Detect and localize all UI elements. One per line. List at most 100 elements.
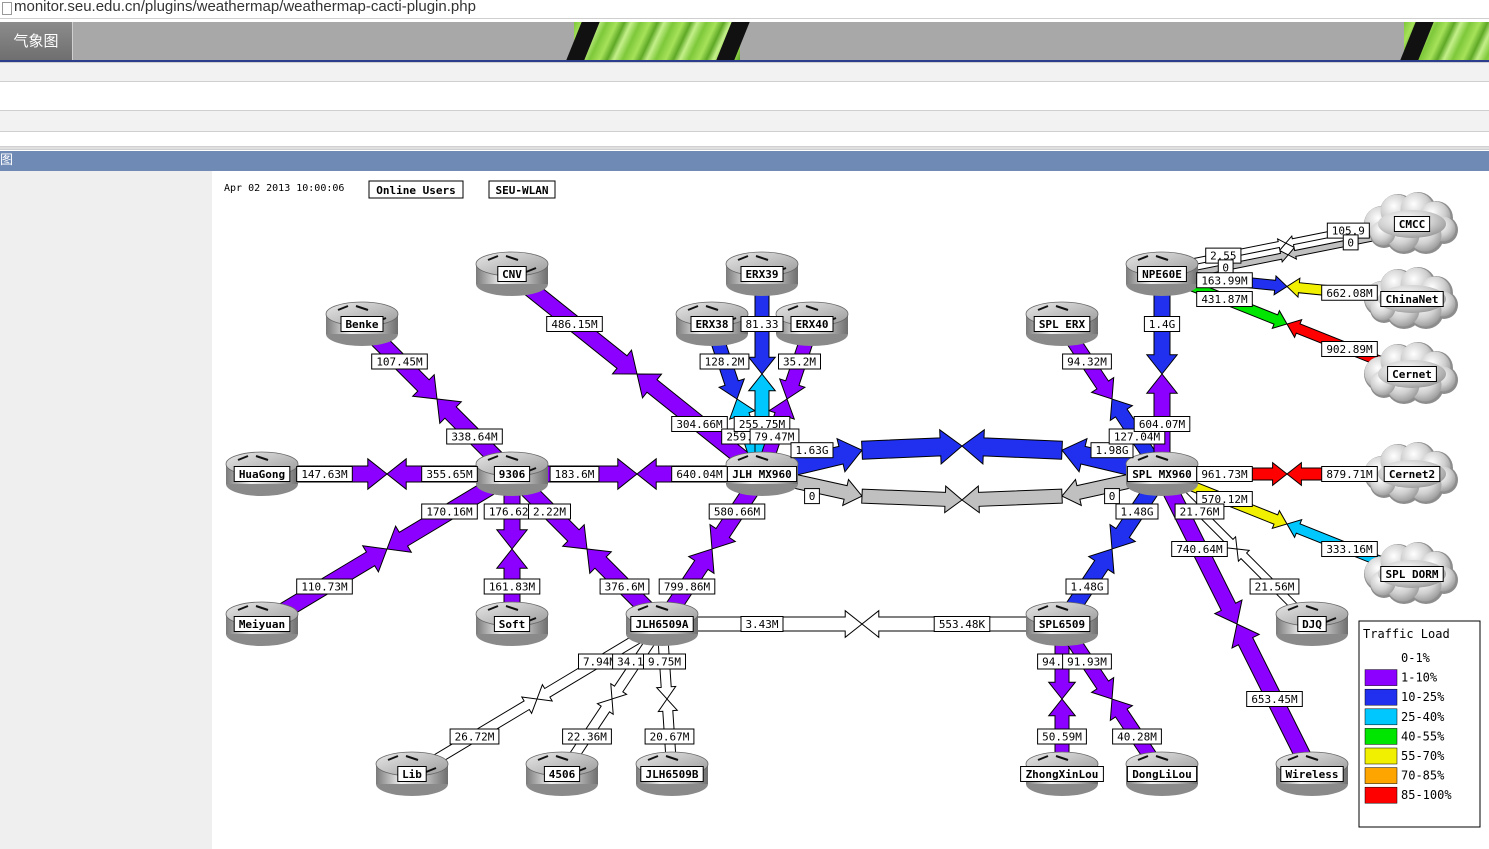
- map-timestamp: Apr 02 2013 10:00:06: [224, 183, 344, 194]
- node-n9306-label-text: 9306: [499, 468, 526, 481]
- link-npe60e-chinanet-out-label-text: 163.99M: [1201, 274, 1248, 287]
- node-chinanet-label-text: ChinaNet: [1386, 293, 1439, 306]
- link-splmx-cernet2-out-label-text: 961.73M: [1201, 468, 1248, 481]
- node-erx38-label: ERX38: [690, 316, 734, 332]
- node-benke-label: Benke: [340, 316, 384, 332]
- link-erx40-jlhmx-in-label-text: 79.47M: [755, 431, 795, 444]
- link-jlhmx-splmx-upper-in-label: 1.98G: [1090, 442, 1134, 459]
- node-jlh6509a-label: JLH6509A: [630, 616, 694, 632]
- link-splmx-spldorm-in-label: 333.16M: [1321, 541, 1378, 557]
- node-huagong-label: HuaGong: [233, 466, 291, 482]
- node-erx40-label: ERX40: [790, 316, 834, 332]
- node-splerx-label-text: SPL ERX: [1039, 318, 1086, 331]
- link-npe60e-chinanet-in-label: 662.08M: [1321, 284, 1378, 301]
- link-n9306-jlhmx-out-label: 183.6M: [549, 466, 600, 482]
- node-n9306-label: 9306: [493, 466, 531, 482]
- link-n9306-jlhmx-in-label-text: 640.04M: [676, 468, 723, 481]
- link-spl6509-zhongxinlou-in-label-text: 50.59M: [1042, 731, 1082, 744]
- link-jlhmx-splmx-upper-out-arrow: [861, 428, 963, 466]
- legend-item-label: 1-10%: [1401, 671, 1438, 685]
- link-jlh6509a-jlh6509b-out-label: 9.75M: [643, 653, 686, 670]
- link-cnv-jlhmx-out-label-text: 486.15M: [551, 318, 598, 331]
- node-n4506-label-text: 4506: [549, 768, 576, 781]
- link-splmx-spl6509-out-label-text: 1.48G: [1120, 506, 1153, 519]
- link-jlhmx-splmx-upper-in-arrow: [961, 428, 1063, 466]
- link-splmx-spl6509-out-label: 1.48G: [1115, 503, 1159, 520]
- link-n9306-meiyuan-out-label-text: 170.16M: [426, 506, 473, 519]
- link-splmx-djq-out-label: 21.76M: [1174, 503, 1225, 520]
- link-splerx-splmx-in-label-text: 127.04M: [1114, 431, 1161, 444]
- node-spldorm-label-text: SPL DORM: [1386, 568, 1439, 581]
- link-splmx-wireless-out-label: 740.64M: [1171, 541, 1228, 557]
- link-erx39-jlhmx-out-label-text: 81.33: [745, 318, 778, 331]
- legend-item-label: 10-25%: [1401, 690, 1445, 704]
- link-n9306-meiyuan-in-label: 110.73M: [296, 578, 353, 595]
- link-n9306-jlh6509a-out-label: 2.22M: [528, 503, 571, 520]
- link-n9306-jlh6509a-out-label-text: 2.22M: [533, 506, 566, 519]
- link-huagong-n9306-in-label: 355.65M: [421, 466, 478, 482]
- node-benke-label-text: Benke: [345, 318, 378, 331]
- link-jlhmx-splmx-lower-in-label-text: 0: [1109, 490, 1116, 503]
- link-n9306-meiyuan-in-label-text: 110.73M: [301, 581, 348, 594]
- link-erx40-jlhmx-out-label: 35.2M: [778, 353, 821, 370]
- legend-swatch: [1364, 708, 1398, 726]
- link-huagong-n9306-out-label: 147.63M: [296, 466, 353, 482]
- link-jlhmx-splmx-upper-out-label-text: 1.63G: [795, 444, 828, 457]
- legend-swatch: [1364, 747, 1398, 765]
- link-npe60e-chinanet-in-label-text: 662.08M: [1326, 287, 1373, 300]
- node-wireless-label: Wireless: [1280, 766, 1344, 782]
- map-button-online-users[interactable]: Online Users: [368, 180, 464, 199]
- link-cnv-jlhmx-in-label: 304.66M: [671, 416, 728, 432]
- traffic-load-legend: Traffic Load 0-1% 1-10% 10-25% 25-40% 40-55% 5…: [1358, 620, 1481, 828]
- link-jlhmx-jlh6509a-out-label: 580.66M: [708, 503, 766, 520]
- link-jlhmx-splmx-upper-out-label: 1.63G: [790, 442, 834, 459]
- node-splmx-label: SPL MX960: [1126, 466, 1198, 482]
- link-n9306-jlh6509a-in-label-text: 376.6M: [605, 581, 645, 594]
- link-spl6509-donglilou-in-label: 40.28M: [1112, 728, 1162, 745]
- link-erx38-jlhmx-out-label-text: 128.2M: [705, 356, 745, 369]
- legend-swatch: [1364, 728, 1398, 745]
- node-cmcc-label: CMCC: [1393, 216, 1431, 232]
- node-npe60e-label-text: NPE60E: [1142, 268, 1182, 281]
- node-cernet2-label-text: Cernet2: [1389, 468, 1435, 481]
- legend-item-label: 55-70%: [1401, 749, 1445, 763]
- link-splmx-spl6509-in-label-text: 1.48G: [1070, 581, 1103, 594]
- link-jlh6509a-spl6509-out-label-text: 3.43M: [745, 618, 778, 631]
- link-erx39-jlhmx-out-label: 81.33: [740, 316, 784, 332]
- link-erx40-jlhmx-out-label-text: 35.2M: [783, 356, 816, 369]
- link-splmx-cernet2-in-label: 879.71M: [1321, 466, 1378, 482]
- node-jlh6509b-label: JLH6509B: [640, 766, 704, 782]
- link-jlh6509a-n4506-in-label-text: 22.36M: [567, 731, 607, 744]
- link-n9306-jlh6509a-in-label: 376.6M: [599, 578, 650, 595]
- link-npe60e-cmcc-b-in-label-text: 0: [1347, 236, 1354, 249]
- legend-item-label: 85-100%: [1401, 788, 1452, 802]
- node-meiyuan-label: Meiyuan: [233, 616, 291, 632]
- link-splmx-wireless-out-label-text: 740.64M: [1176, 543, 1223, 556]
- link-erx38-jlhmx-out-label: 128.2M: [699, 353, 750, 370]
- node-cmcc-label-text: CMCC: [1399, 218, 1426, 231]
- link-jlh6509a-lib-out-label-text: 7.94M: [583, 656, 616, 669]
- map-button-seu-wlan[interactable]: SEU-WLAN: [488, 180, 556, 199]
- node-jlh6509b-label-text: JLH6509B: [646, 768, 699, 781]
- node-chinanet-label: ChinaNet: [1380, 291, 1444, 307]
- node-cnv-label: CNV: [497, 266, 527, 282]
- legend-swatch: [1364, 649, 1398, 667]
- node-erx39-label: ERX39: [740, 266, 784, 282]
- node-splerx-label: SPL ERX: [1033, 316, 1091, 332]
- link-spl6509-donglilou-in-label-text: 40.28M: [1117, 731, 1157, 744]
- node-donglilou-label: DongLiLou: [1126, 766, 1198, 782]
- link-benke-n9306-in-label: 338.64M: [446, 428, 503, 445]
- link-cnv-jlhmx-in-label-text: 304.66M: [676, 418, 723, 431]
- legend-swatch: [1364, 767, 1398, 784]
- link-npe60e-splmx-in-label-text: 604.07M: [1139, 418, 1186, 431]
- link-n9306-jlhmx-out-label-text: 183.6M: [555, 468, 595, 481]
- node-donglilou-label-text: DongLiLou: [1132, 768, 1192, 781]
- link-npe60e-splmx-in-label: 604.07M: [1133, 416, 1191, 432]
- link-splmx-djq-in-label: 21.56M: [1249, 578, 1300, 595]
- legend-swatch: [1364, 669, 1398, 686]
- link-jlh6509a-jlh6509b-out-label-text: 9.75M: [648, 656, 681, 669]
- link-splmx-djq-out-label-text: 21.76M: [1180, 506, 1220, 519]
- link-splmx-wireless-in-label: 653.45M: [1246, 691, 1303, 707]
- legend-swatch: [1364, 786, 1398, 804]
- node-erx38-label-text: ERX38: [695, 318, 728, 331]
